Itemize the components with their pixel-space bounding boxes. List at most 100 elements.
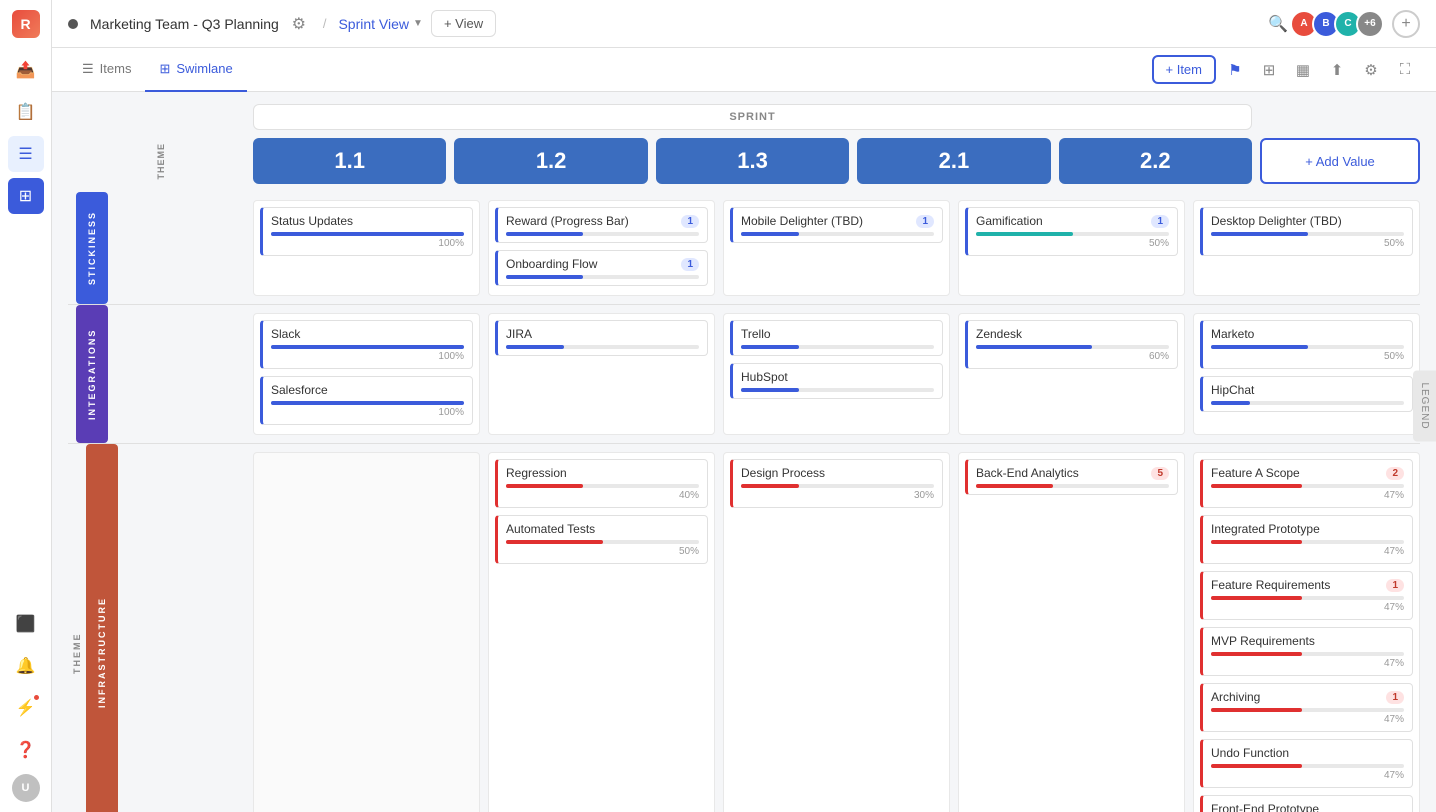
item-card[interactable]: Salesforce 100%: [260, 376, 473, 425]
columns-row: THEME 1.1 1.2 1.3 2.1 2: [52, 130, 1436, 184]
item-card[interactable]: Back-End Analytics 5: [965, 459, 1178, 495]
item-card[interactable]: Undo Function 47%: [1200, 739, 1413, 788]
view-dropdown-icon: ▼: [413, 18, 423, 29]
legend-tab[interactable]: LEGEND: [1413, 370, 1436, 441]
view-title[interactable]: Sprint View ▼: [338, 16, 422, 32]
item-card[interactable]: Automated Tests 50%: [495, 515, 708, 564]
avatars-stack: A B C +6: [1296, 10, 1384, 38]
infrastructure-cells: Regression 40% Automated Tests 50%: [253, 444, 1420, 812]
add-user-button[interactable]: +: [1392, 10, 1420, 38]
col-header-1-2: 1.2: [454, 138, 647, 184]
sidebar-item-help[interactable]: ❓: [8, 732, 44, 768]
infrastructure-cell-1-3: Design Process 30%: [723, 452, 950, 812]
user-avatar[interactable]: U: [12, 774, 40, 802]
integrations-cell-2-1: Zendesk 60%: [958, 313, 1185, 435]
item-card[interactable]: Reward (Progress Bar) 1: [495, 207, 708, 243]
fullscreen-icon[interactable]: ⛶: [1390, 55, 1420, 85]
col-header-2-2: 2.2: [1059, 138, 1252, 184]
item-card[interactable]: MVP Requirements 47%: [1200, 627, 1413, 676]
sidebar-item-activity[interactable]: ⚡: [8, 690, 44, 726]
item-card[interactable]: Feature A Scope 2 47%: [1200, 459, 1413, 508]
theme-label: THEME: [156, 143, 166, 180]
col-header-1-3: 1.3: [656, 138, 849, 184]
stickiness-cell-1-3: Mobile Delighter (TBD) 1: [723, 200, 950, 296]
item-card[interactable]: Marketo 50%: [1200, 320, 1413, 369]
columns-icon[interactable]: ▦: [1288, 55, 1318, 85]
swimlane-rows: STICKINESS Status Updates 100%: [52, 184, 1436, 812]
columns-container: 1.1 1.2 1.3 2.1 2.2 + Add Valu: [253, 138, 1420, 184]
item-card[interactable]: Zendesk 60%: [965, 320, 1178, 369]
item-card[interactable]: Front-End Prototype 47%: [1200, 795, 1413, 812]
infrastructure-label: INFRASTRUCTURE: [86, 444, 118, 812]
sidebar-item-widget[interactable]: ⬛: [8, 606, 44, 642]
sidebar-item-board[interactable]: ⊞: [8, 178, 44, 214]
stickiness-cell-1-1: Status Updates 100%: [253, 200, 480, 296]
item-card[interactable]: Design Process 30%: [730, 459, 943, 508]
row-labels-spacer: THEME: [68, 138, 253, 184]
integrations-label: INTEGRATIONS: [76, 305, 108, 443]
group-icon[interactable]: ⊞: [1254, 55, 1284, 85]
settings-icon[interactable]: ⚙: [287, 12, 311, 36]
integrations-label-wrapper: INTEGRATIONS: [68, 305, 253, 443]
item-card[interactable]: Gamification 1 50%: [965, 207, 1178, 256]
col-header-1-1: 1.1: [253, 138, 446, 184]
item-card[interactable]: JIRA: [495, 320, 708, 356]
topbar-right: 🔍 A B C +6 +: [1268, 10, 1420, 38]
tab-items[interactable]: ☰ Items: [68, 48, 145, 92]
item-card[interactable]: Regression 40%: [495, 459, 708, 508]
stickiness-label: STICKINESS: [76, 192, 108, 304]
avatar-extra[interactable]: +6: [1356, 10, 1384, 38]
sprint-board: SPRINT THEME 1.1 1.2 1.3: [52, 92, 1436, 812]
item-card[interactable]: Archiving 1 47%: [1200, 683, 1413, 732]
workspace-dot: [68, 19, 78, 29]
theme-label-integrations: [68, 305, 76, 443]
item-card[interactable]: Mobile Delighter (TBD) 1: [730, 207, 943, 243]
settings2-icon[interactable]: ⚙: [1356, 55, 1386, 85]
item-card[interactable]: Trello: [730, 320, 943, 356]
swimlane-stickiness: STICKINESS Status Updates 100%: [68, 192, 1420, 304]
sprint-header-row: SPRINT: [52, 92, 1436, 130]
integrations-cell-1-3: Trello HubSpot: [723, 313, 950, 435]
add-view-button[interactable]: + View: [431, 10, 496, 37]
sidebar-item-list[interactable]: ☰: [8, 136, 44, 172]
item-card[interactable]: Status Updates 100%: [260, 207, 473, 256]
theme-label-infrastructure: THEME: [68, 444, 86, 812]
tab-swimlane[interactable]: ⊞ Swimlane: [145, 48, 246, 92]
board-area: SPRINT THEME 1.1 1.2 1.3: [52, 92, 1436, 812]
infrastructure-cell-1-2: Regression 40% Automated Tests 50%: [488, 452, 715, 812]
stickiness-cell-2-1: Gamification 1 50%: [958, 200, 1185, 296]
theme-label-stickiness: [68, 192, 76, 304]
sprint-header: SPRINT: [253, 104, 1252, 130]
export-icon[interactable]: ⬆: [1322, 55, 1352, 85]
filter-icon[interactable]: ⚑: [1220, 55, 1250, 85]
sprint-label-spacer: [68, 104, 253, 130]
sidebar-item-notifications[interactable]: 🔔: [8, 648, 44, 684]
item-card[interactable]: HipChat: [1200, 376, 1413, 412]
item-card[interactable]: Onboarding Flow 1: [495, 250, 708, 286]
sidebar-item-tasks[interactable]: 📋: [8, 94, 44, 130]
item-card[interactable]: Feature Requirements 1 47%: [1200, 571, 1413, 620]
infrastructure-cell-2-1: Back-End Analytics 5: [958, 452, 1185, 812]
infrastructure-cell-1-1: [253, 452, 480, 812]
integrations-cell-1-2: JIRA: [488, 313, 715, 435]
swimlane-icon: ⊞: [159, 61, 170, 77]
stickiness-cell-2-2: Desktop Delighter (TBD) 50%: [1193, 200, 1420, 296]
app-logo[interactable]: R: [12, 10, 40, 38]
add-value-button[interactable]: + Add Value: [1260, 138, 1420, 184]
infrastructure-cell-2-2: Feature A Scope 2 47% Integrated Prototy…: [1193, 452, 1420, 812]
main-content: Marketing Team - Q3 Planning ⚙ / Sprint …: [52, 0, 1436, 812]
viewbar: ☰ Items ⊞ Swimlane + Item ⚑ ⊞ ▦ ⬆ ⚙ ⛶: [52, 48, 1436, 92]
item-card[interactable]: HubSpot: [730, 363, 943, 399]
list-icon: ☰: [82, 61, 94, 77]
item-card[interactable]: Slack 100%: [260, 320, 473, 369]
item-card[interactable]: Desktop Delighter (TBD) 50%: [1200, 207, 1413, 256]
integrations-cells: Slack 100% Salesforce 100%: [253, 305, 1420, 443]
sidebar: R 📤 📋 ☰ ⊞ ⬛ 🔔 ⚡ ❓ U: [0, 0, 52, 812]
col-header-2-1: 2.1: [857, 138, 1050, 184]
sidebar-item-upload[interactable]: 📤: [8, 52, 44, 88]
add-item-button[interactable]: + Item: [1152, 55, 1217, 84]
stickiness-cell-1-2: Reward (Progress Bar) 1 Onboarding Flow …: [488, 200, 715, 296]
item-card[interactable]: Integrated Prototype 47%: [1200, 515, 1413, 564]
integrations-cell-1-1: Slack 100% Salesforce 100%: [253, 313, 480, 435]
search-icon[interactable]: 🔍: [1268, 14, 1288, 34]
